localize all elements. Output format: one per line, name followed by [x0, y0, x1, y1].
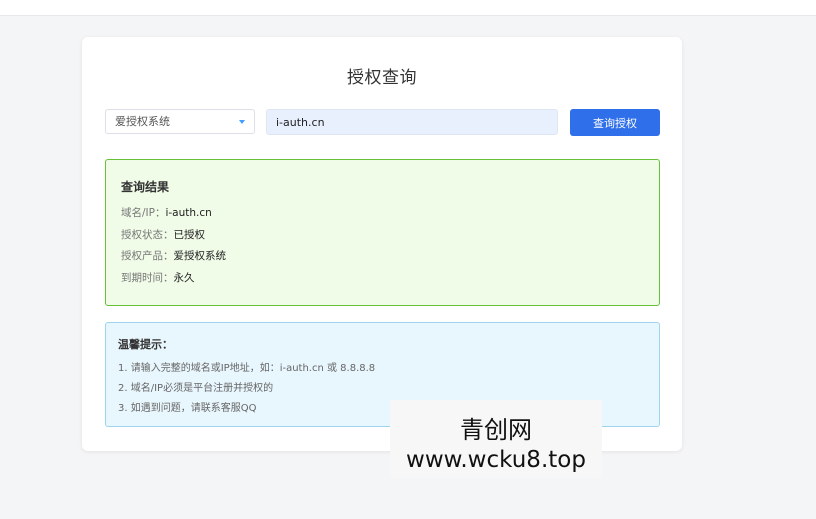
auth-query-card: 授权查询 爱授权系统 查询授权 查询结果 域名/IP：i-auth.cn 授权状…: [82, 37, 682, 451]
tip-item: 1. 请输入完整的域名或IP地址，如：i-auth.cn 或 8.8.8.8: [118, 363, 376, 374]
result-row-product: 授权产品：爱授权系统: [121, 248, 226, 263]
result-row-domain: 域名/IP：i-auth.cn: [121, 205, 212, 220]
result-row-status: 授权状态：已授权: [121, 227, 205, 242]
watermark-overlay: 青创网 www.wcku8.top: [390, 400, 602, 478]
result-label: 授权状态：: [121, 229, 174, 241]
tip-item: 3. 如遇到问题，请联系客服QQ: [118, 403, 257, 414]
result-label: 授权产品：: [121, 250, 174, 262]
tip-item: 2. 域名/IP必须是平台注册并授权的: [118, 383, 274, 394]
page-title: 授权查询: [347, 68, 417, 88]
watermark-line2: www.wcku8.top: [406, 447, 586, 473]
result-title: 查询结果: [121, 180, 170, 194]
result-value: 爱授权系统: [173, 250, 227, 262]
top-bar: [0, 0, 816, 16]
domain-input[interactable]: [266, 109, 558, 135]
watermark-line1: 青创网: [460, 416, 532, 444]
tips-title: 温馨提示：: [118, 338, 173, 351]
query-auth-button[interactable]: 查询授权: [570, 109, 660, 136]
result-value: i-auth.cn: [165, 207, 212, 219]
result-row-expiry: 到期时间：永久: [121, 270, 195, 285]
caret-down-icon: [239, 120, 245, 124]
product-select-value: 爱授权系统: [115, 115, 170, 128]
result-label: 域名/IP：: [121, 207, 166, 219]
result-panel: 查询结果 域名/IP：i-auth.cn 授权状态：已授权 授权产品：爱授权系统…: [105, 159, 660, 306]
product-select[interactable]: 爱授权系统: [105, 109, 255, 134]
result-value: 永久: [173, 272, 195, 284]
result-label: 到期时间：: [121, 272, 174, 284]
result-value: 已授权: [173, 229, 206, 241]
